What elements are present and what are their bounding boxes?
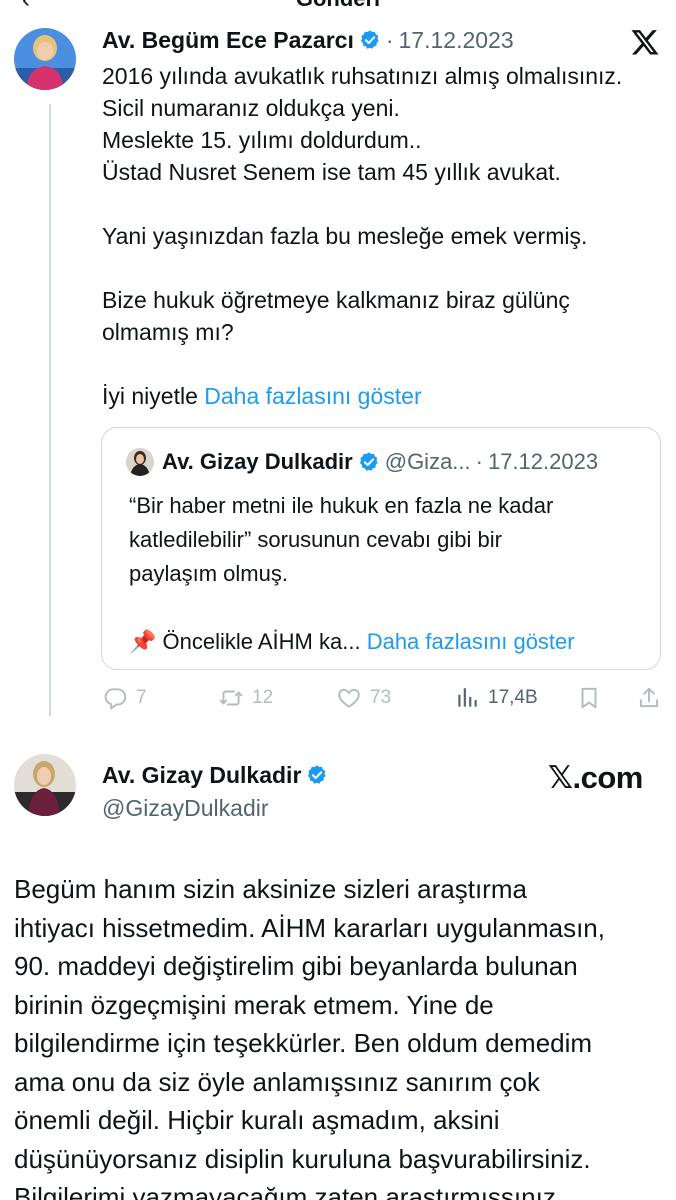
- views-count: 17,4B: [488, 687, 538, 708]
- repost-icon: [219, 690, 243, 706]
- like-count: 73: [370, 687, 392, 708]
- tweet1-text: 2016 yılında avukatlık ruhsatınızı almış…: [102, 60, 662, 412]
- thread-line: [49, 104, 51, 716]
- text-line: katledilebilir” sorusunun cevabı gibi bi…: [129, 527, 502, 552]
- reply-count: 7: [136, 687, 147, 708]
- x-dot-com-logo: 𝕏.com: [548, 760, 643, 795]
- reply-button[interactable]: 7: [102, 680, 147, 716]
- quoted-tweet-card[interactable]: Av. Gizay Dulkadir @Giza... · 17.12.2023…: [101, 427, 661, 670]
- x-logo-icon: [631, 30, 659, 55]
- analytics-icon: [458, 688, 477, 707]
- verified-badge-icon: [360, 30, 379, 49]
- quoted-avatar: [126, 448, 154, 476]
- top-bar: ‹ Gönderi: [0, 0, 676, 13]
- repost-count: 12: [252, 687, 274, 708]
- reply-icon: [104, 688, 127, 711]
- text-line: Begüm hanım sizin aksinize sizleri araşt…: [14, 874, 527, 904]
- text-line: birinin özgeçmişini merak etmem. Yine de: [14, 989, 494, 1020]
- text-line: önemli değil. Hiçbir kuralı aşmadım, aks…: [14, 1105, 500, 1135]
- text-line: [102, 348, 662, 380]
- show-more-link[interactable]: Daha fazlasını göster: [367, 629, 575, 654]
- text-line: “Bir haber metni ile hukuk en fazla ne k…: [129, 493, 554, 518]
- tweet-date[interactable]: 17.12.2023: [399, 27, 514, 54]
- tweet1-header: Av. Begüm Ece Pazarcı · 17.12.2023: [102, 24, 514, 56]
- text-line: bilgilendirme için teşekkürler. Ben oldu…: [14, 1028, 593, 1058]
- text-line: Sicil numaranız oldukça yeni.: [102, 95, 400, 121]
- separator-dot: ·: [385, 26, 394, 53]
- text-line: paylaşım olmuş.: [129, 561, 288, 586]
- text-line: Üstad Nusret Senem ise tam 45 yıllık avu…: [102, 159, 561, 185]
- text-line: olmamış mı?: [102, 319, 234, 345]
- text-line: Meslekte 15. yılımı doldurdum..: [102, 127, 422, 153]
- views-button[interactable]: 17,4B: [454, 680, 538, 716]
- text-line: [102, 252, 662, 284]
- quoted-tweet-header: Av. Gizay Dulkadir @Giza... · 17.12.2023: [126, 448, 598, 476]
- text-line: Bize hukuk öğretmeye kalkmanız biraz gül…: [102, 287, 570, 313]
- avatar[interactable]: [14, 754, 76, 816]
- author-name[interactable]: Av. Begüm Ece Pazarcı: [102, 27, 354, 54]
- text-line: Yani yaşınızdan fazla bu mesleğe emek ve…: [102, 223, 588, 249]
- text-line: ihtiyacı hissetmedim. AİHM kararları uyg…: [14, 912, 605, 943]
- verified-badge-icon: [359, 452, 378, 471]
- text-tail: İyi niyetle: [102, 383, 198, 409]
- text-line: düşünüyorsanız disiplin kuruluna başvura…: [14, 1143, 591, 1174]
- text-line: 90. maddeyi değiştirelim gibi beyanlarda…: [14, 951, 578, 981]
- like-button[interactable]: 73: [336, 680, 391, 716]
- action-bar: 7 12 73 17,4B: [102, 680, 662, 716]
- text-line: [129, 591, 649, 625]
- tweet2-header: Av. Gizay Dulkadir @GizayDulkadir: [102, 758, 328, 824]
- quoted-handle: @Giza...: [384, 449, 471, 474]
- text-tail: 📌 Öncelikle AİHM ka...: [129, 629, 361, 654]
- bookmark-button[interactable]: [576, 680, 602, 716]
- page-title: Gönderi: [0, 0, 676, 12]
- share-icon: [639, 687, 659, 708]
- author-handle[interactable]: @GizayDulkadir: [102, 792, 328, 824]
- text-line: ama onu da siz öyle anlamışsınız sanırım…: [14, 1066, 541, 1097]
- text-line-last: 📌 Öncelikle AİHM ka... Daha fazlasını gö…: [129, 625, 649, 659]
- quoted-author-name: Av. Gizay Dulkadir: [162, 449, 353, 474]
- bookmark-icon: [581, 687, 597, 709]
- separator-dot: ·: [475, 449, 483, 474]
- text-line-last: İyi niyetle Daha fazlasını göster: [102, 380, 662, 412]
- quoted-tweet-text: “Bir haber metni ile hukuk en fazla ne k…: [129, 489, 649, 659]
- share-button[interactable]: [636, 680, 662, 716]
- heart-icon: [338, 688, 360, 708]
- show-more-link[interactable]: Daha fazlasını göster: [204, 383, 421, 409]
- avatar[interactable]: [14, 28, 76, 90]
- repost-button[interactable]: 12: [218, 680, 273, 716]
- text-line: [102, 188, 662, 220]
- text-line: 2016 yılında avukatlık ruhsatınızı almış…: [102, 63, 623, 89]
- text-line: Bilgilerimi yazmayacağım zaten araştırmı…: [14, 1182, 556, 1200]
- author-name[interactable]: Av. Gizay Dulkadir: [102, 762, 301, 789]
- tweet2-text: Begüm hanım sizin aksinize sizleri araşt…: [14, 870, 674, 1200]
- quoted-date: 17.12.2023: [487, 449, 599, 474]
- verified-badge-icon: [308, 765, 327, 784]
